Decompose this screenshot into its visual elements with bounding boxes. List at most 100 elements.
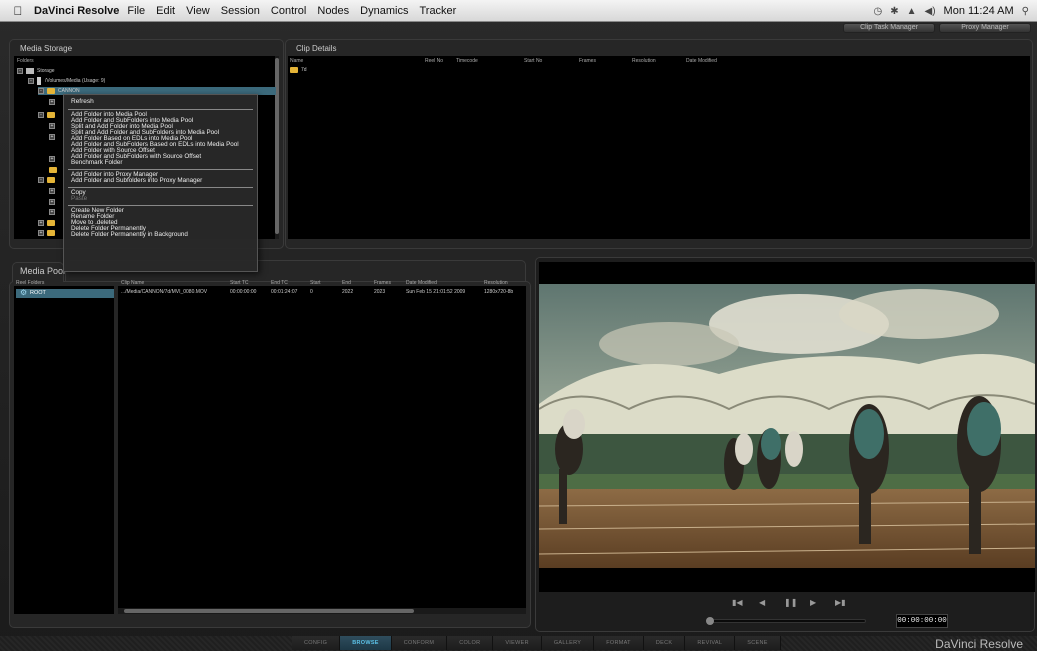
clip-details-row[interactable]: 7d bbox=[290, 66, 307, 74]
tree-item[interactable]: + bbox=[49, 198, 58, 206]
tab-revival[interactable]: REVIVAL bbox=[685, 636, 736, 650]
folder-icon bbox=[47, 230, 55, 236]
tree-item[interactable]: + bbox=[38, 219, 58, 227]
tab-scene[interactable]: SCENE bbox=[735, 636, 781, 650]
tree-item[interactable]: + bbox=[49, 122, 58, 130]
spotlight-icon[interactable]: ⚲ bbox=[1022, 6, 1029, 17]
menu-file[interactable]: File bbox=[127, 5, 145, 17]
clock[interactable]: Mon 11:24 AM bbox=[944, 5, 1014, 17]
clip-list-hscrollbar[interactable] bbox=[118, 608, 526, 614]
bluetooth-icon[interactable]: ✱ bbox=[890, 6, 898, 17]
context-menu-item[interactable]: Refresh bbox=[64, 97, 257, 106]
expand-icon[interactable]: + bbox=[49, 123, 55, 129]
menu-edit[interactable]: Edit bbox=[156, 5, 175, 17]
time-machine-icon[interactable]: ◷ bbox=[873, 6, 882, 17]
menu-nodes[interactable]: Nodes bbox=[317, 5, 349, 17]
col-end-tc[interactable]: End TC bbox=[271, 280, 288, 286]
tree-item[interactable] bbox=[49, 166, 60, 174]
tree-item[interactable]: + bbox=[49, 208, 58, 216]
menu-control[interactable]: Control bbox=[271, 5, 306, 17]
proxy-manager-button[interactable]: Proxy Manager bbox=[939, 23, 1031, 33]
app-menu[interactable]: DaVinci Resolve bbox=[34, 5, 119, 17]
menu-dynamics[interactable]: Dynamics bbox=[360, 5, 408, 17]
folder-icon bbox=[290, 67, 298, 73]
tree-item[interactable]: + bbox=[49, 98, 58, 106]
col-resolution[interactable]: Resolution bbox=[632, 58, 656, 64]
col-start[interactable]: Start bbox=[310, 280, 321, 286]
context-menu-item[interactable]: Paste bbox=[64, 195, 257, 202]
expand-icon[interactable]: + bbox=[38, 220, 44, 226]
viewer-frame bbox=[539, 284, 1035, 568]
reel-folders bbox=[14, 286, 114, 614]
expand-icon[interactable]: + bbox=[49, 156, 55, 162]
expand-icon[interactable]: + bbox=[49, 134, 55, 140]
col-clip-name[interactable]: Clip Name bbox=[121, 280, 144, 286]
tree-item[interactable]: - bbox=[38, 176, 58, 184]
pause-icon[interactable]: ❚❚ bbox=[784, 598, 797, 607]
tab-format[interactable]: FORMAT bbox=[594, 636, 644, 650]
context-menu-item[interactable]: Add Folder and Subfolders into Proxy Man… bbox=[64, 177, 257, 184]
col-frames[interactable]: Frames bbox=[579, 58, 596, 64]
menu-tracker[interactable]: Tracker bbox=[419, 5, 456, 17]
menu-view[interactable]: View bbox=[186, 5, 210, 17]
col-frames[interactable]: Frames bbox=[374, 280, 391, 286]
col-date-modified[interactable]: Date Modified bbox=[406, 280, 437, 286]
scrubber-handle[interactable] bbox=[706, 617, 714, 625]
tab-deck[interactable]: DECK bbox=[643, 636, 686, 650]
collapse-icon[interactable]: - bbox=[38, 88, 44, 94]
drive-icon bbox=[26, 68, 34, 74]
page-tabs: CONFIG BROWSE CONFORM COLOR VIEWER GALLERY FOR… bbox=[292, 636, 781, 650]
step-back-icon[interactable]: ◀ bbox=[759, 598, 765, 607]
menu-separator bbox=[68, 169, 253, 170]
tree-volume[interactable]: - /Volumes/Media (Usage: 9) bbox=[28, 77, 105, 85]
tree-item[interactable]: - bbox=[38, 111, 58, 119]
tab-browse[interactable]: BROWSE bbox=[340, 636, 392, 650]
collapse-icon[interactable]: - bbox=[17, 68, 23, 74]
go-to-end-icon[interactable]: ▶▮ bbox=[835, 598, 846, 607]
col-resolution[interactable]: Resolution bbox=[484, 280, 508, 286]
col-name[interactable]: Name bbox=[290, 58, 303, 64]
folder-icon bbox=[47, 177, 55, 183]
volume-icon[interactable]: ◀) bbox=[925, 6, 936, 17]
collapse-icon[interactable]: - bbox=[38, 112, 44, 118]
scrubber-track[interactable] bbox=[706, 619, 866, 623]
root-folder[interactable]: ROOT bbox=[16, 289, 114, 298]
col-end[interactable]: End bbox=[342, 280, 351, 286]
expand-icon[interactable]: + bbox=[49, 209, 55, 215]
col-date-modified[interactable]: Date Modified bbox=[686, 58, 717, 64]
menu-separator bbox=[68, 205, 253, 206]
go-to-start-icon[interactable]: ▮◀ bbox=[732, 598, 743, 607]
collapse-icon[interactable]: - bbox=[28, 78, 34, 84]
col-start-no[interactable]: Start No bbox=[524, 58, 542, 64]
tree-item[interactable]: + bbox=[49, 155, 58, 163]
col-timecode[interactable]: Timecode bbox=[456, 58, 478, 64]
tab-conform[interactable]: CONFORM bbox=[391, 636, 448, 650]
wifi-icon[interactable]: ▲ bbox=[907, 6, 917, 17]
tree-storage[interactable]: - Storage bbox=[17, 67, 55, 75]
tab-config[interactable]: CONFIG bbox=[292, 636, 341, 650]
expand-icon[interactable]: + bbox=[49, 199, 55, 205]
tab-gallery[interactable]: GALLERY bbox=[541, 636, 595, 650]
expand-icon[interactable]: + bbox=[38, 230, 44, 236]
status-area: ◷ ✱ ▲ ◀) Mon 11:24 AM ⚲ bbox=[873, 0, 1029, 22]
tree-item[interactable]: + bbox=[38, 229, 58, 237]
col-reel-no[interactable]: Reel No bbox=[425, 58, 443, 64]
tree-label: Storage bbox=[37, 68, 55, 74]
play-icon[interactable]: ▶ bbox=[810, 598, 816, 607]
expand-icon[interactable]: + bbox=[49, 188, 55, 194]
apple-icon[interactable]:  bbox=[8, 4, 28, 18]
context-menu-item[interactable]: Benchmark Folder bbox=[64, 159, 257, 166]
context-menu-item[interactable]: Delete Folder Permanently in Background bbox=[64, 231, 257, 238]
col-start-tc[interactable]: Start TC bbox=[230, 280, 249, 286]
tree-scrollbar[interactable] bbox=[275, 56, 279, 239]
tab-color[interactable]: COLOR bbox=[447, 636, 494, 650]
clip-task-manager-button[interactable]: Clip Task Manager bbox=[843, 23, 935, 33]
menu-session[interactable]: Session bbox=[221, 5, 260, 17]
cell-date-modified: Sun Feb 15 21:01:52 2009 bbox=[406, 289, 466, 295]
expand-icon[interactable]: + bbox=[49, 99, 55, 105]
collapse-icon[interactable]: - bbox=[38, 177, 44, 183]
tree-item[interactable]: + bbox=[49, 133, 58, 141]
tab-viewer[interactable]: VIEWER bbox=[493, 636, 542, 650]
brand-logo: DaVinci Resolve bbox=[935, 637, 1023, 651]
tree-item[interactable]: + bbox=[49, 187, 58, 195]
